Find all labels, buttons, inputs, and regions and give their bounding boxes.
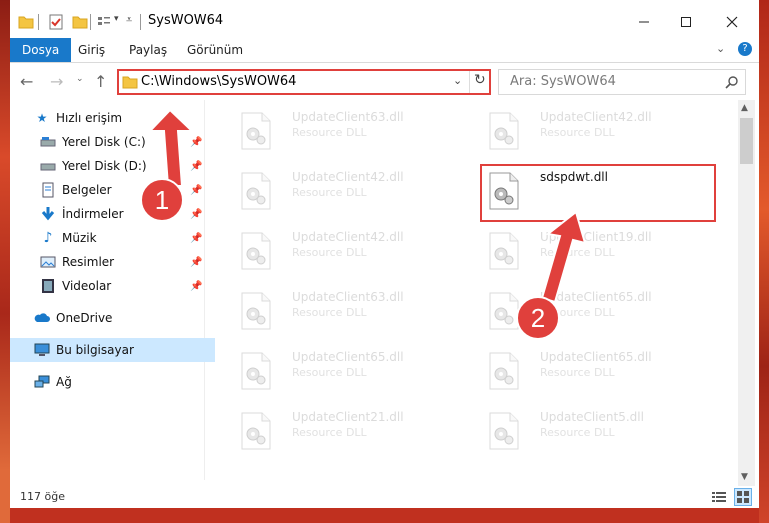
step-badge-1: 1 (140, 178, 184, 222)
annotation-layer (147, 108, 587, 304)
arrow-to-file (540, 210, 587, 304)
desktop-background-left (0, 0, 10, 523)
desktop-background-right (759, 0, 769, 523)
explorer-window: ▾ ⩡ SysWOW64 Dosya Giriş Paylaş Görünüm … (10, 0, 759, 508)
arrow-to-address-bar (147, 108, 195, 187)
step-badge-2: 2 (516, 296, 560, 340)
